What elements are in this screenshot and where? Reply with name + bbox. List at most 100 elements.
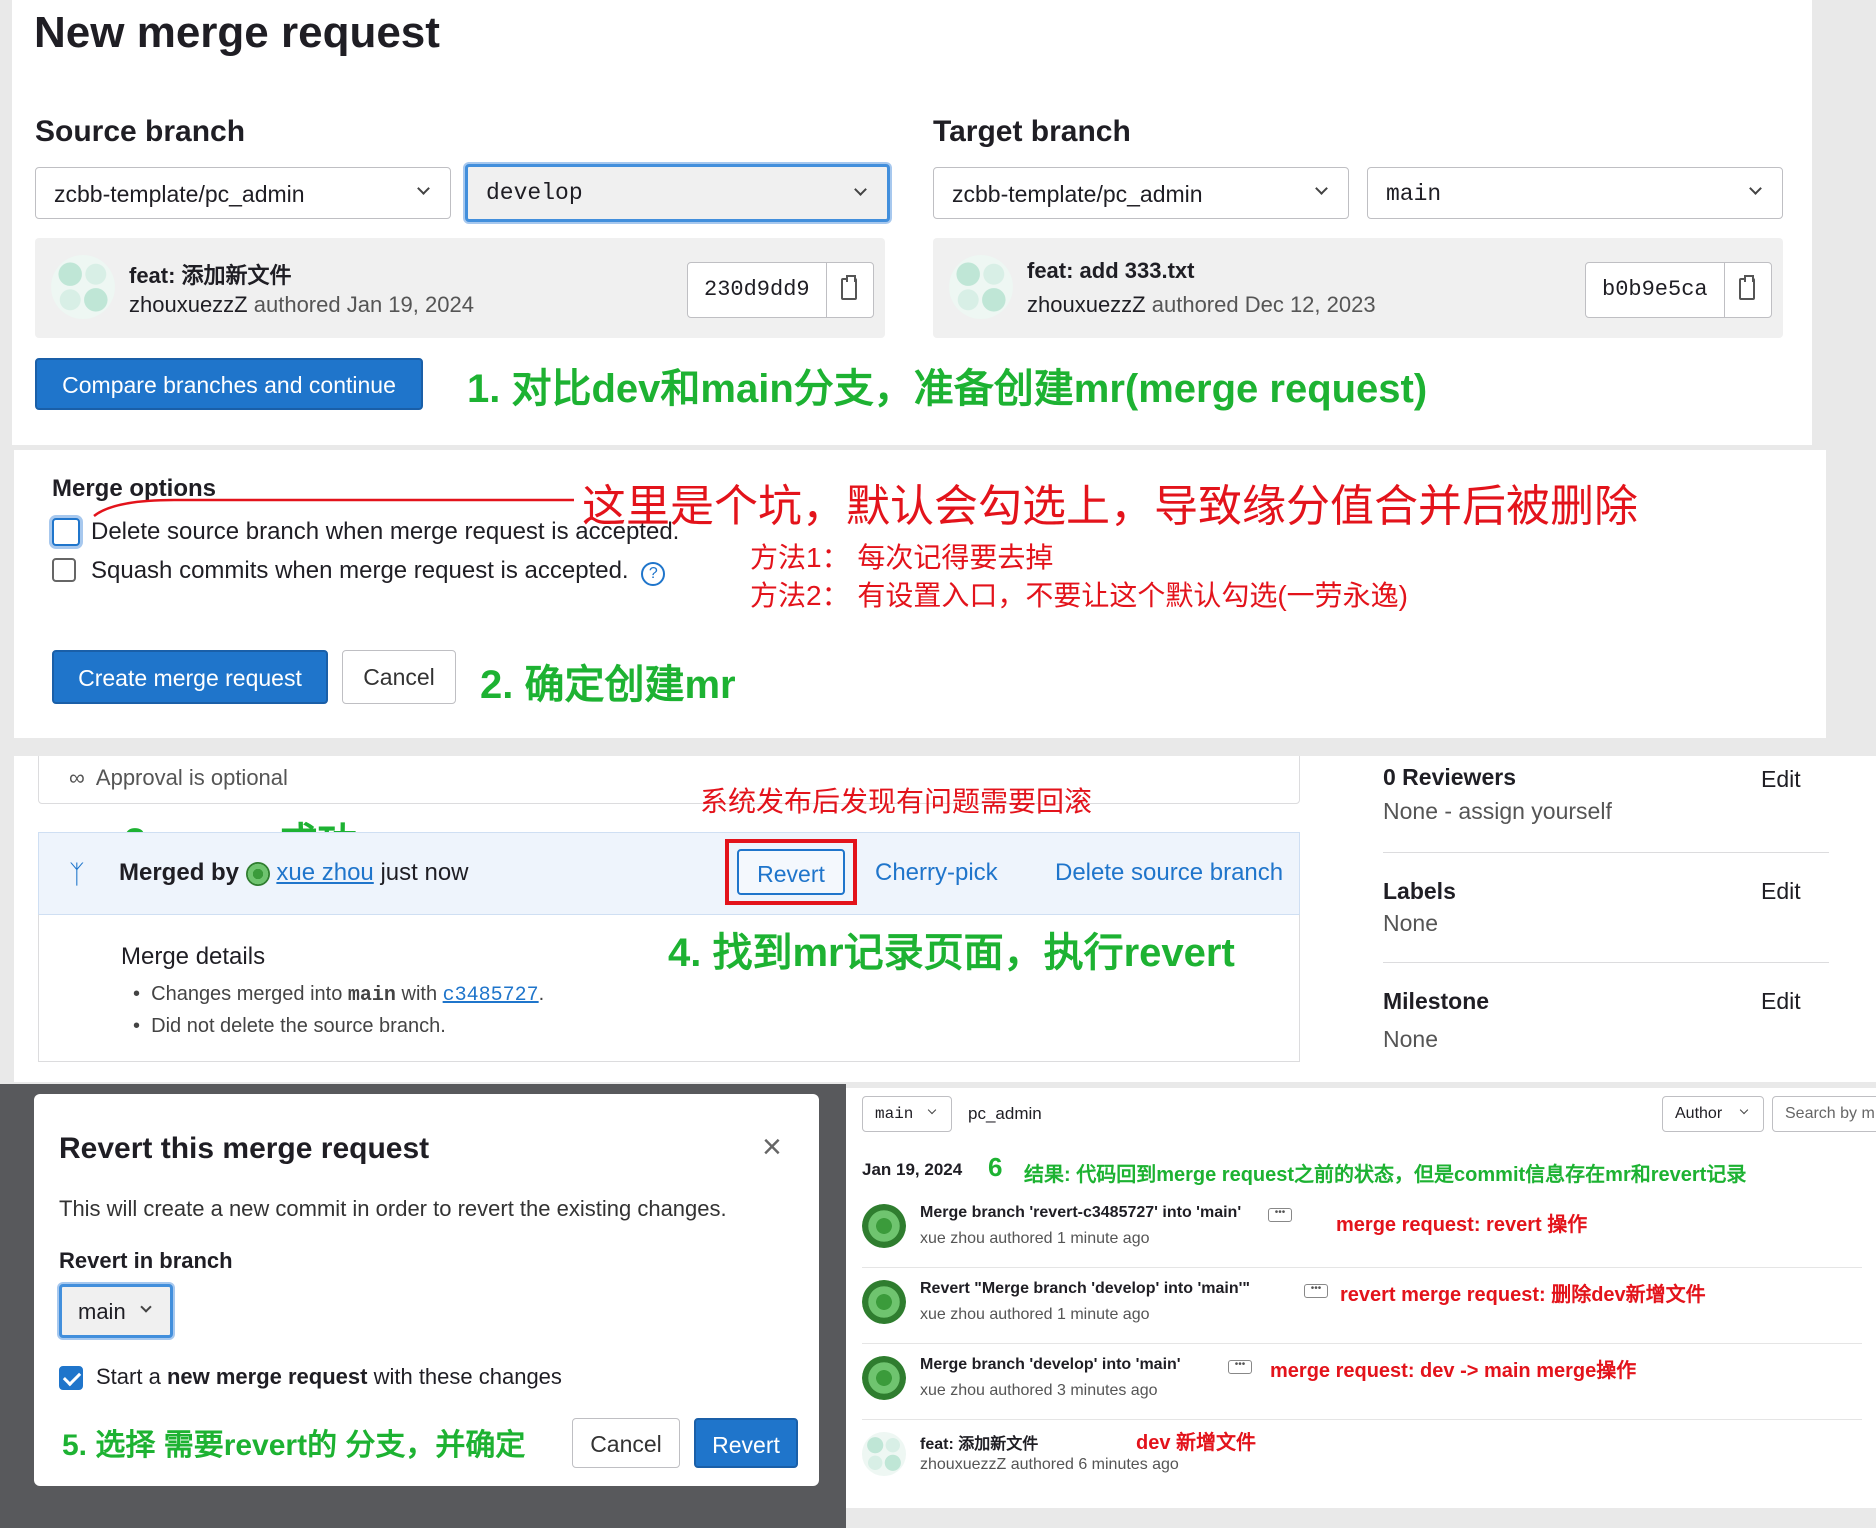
modal-cancel-button[interactable]: Cancel bbox=[572, 1418, 680, 1468]
checkbox-label-prefix: Start a bbox=[96, 1364, 161, 1389]
milestone-edit[interactable]: Edit bbox=[1761, 988, 1801, 1015]
target-branch-label: Target branch bbox=[933, 115, 1131, 148]
target-project-select[interactable]: zcbb-template/pc_admin bbox=[933, 167, 1349, 219]
commit-search-input[interactable]: Search by m bbox=[1772, 1096, 1876, 1132]
annotation-rollback: 系统发布后发现有问题需要回滚 bbox=[700, 786, 1093, 817]
annotation-method-2: 方法2： 有设置入口，不要让这个默认勾选(一劳永逸) bbox=[750, 580, 1409, 611]
merge-detail-2: • Did not delete the source branch. bbox=[133, 1015, 446, 1038]
revert-modal-backdrop: Revert this merge request × This will cr… bbox=[0, 1084, 846, 1528]
commit-annotation: dev 新增文件 bbox=[1136, 1432, 1257, 1454]
commit-sha-group: 230d9dd9 bbox=[687, 262, 874, 318]
commit-meta: xue zhou authored 3 minutes ago bbox=[920, 1382, 1158, 1399]
copy-button[interactable] bbox=[827, 263, 873, 317]
more-icon[interactable]: ••• bbox=[1304, 1284, 1328, 1298]
reviewers-edit[interactable]: Edit bbox=[1761, 766, 1801, 793]
compare-branches-button[interactable]: Compare branches and continue bbox=[35, 358, 423, 410]
commit-search-placeholder: Search by m bbox=[1785, 1105, 1875, 1122]
bullet: • bbox=[133, 983, 146, 1005]
detail-1-end: . bbox=[538, 983, 545, 1005]
new-merge-request-checkbox[interactable] bbox=[59, 1366, 83, 1390]
copy-button[interactable] bbox=[1725, 263, 1771, 317]
annotation-step-5: 5. 选择 需要revert的 分支，并确定 bbox=[62, 1429, 526, 1462]
cancel-button[interactable]: Cancel bbox=[342, 650, 456, 704]
checkbox-label-suffix: with these changes bbox=[373, 1364, 562, 1389]
author-filter-label: Author bbox=[1675, 1105, 1723, 1122]
bullet: • bbox=[133, 1015, 146, 1037]
source-branch-value: develop bbox=[486, 180, 583, 206]
detail-1-sha-link[interactable]: c3485727 bbox=[443, 984, 539, 1007]
chevron-down-icon bbox=[1749, 182, 1762, 195]
help-icon[interactable]: ? bbox=[641, 562, 666, 586]
commit-date: authored Dec 12, 2023 bbox=[1151, 292, 1376, 317]
commit-date: authored Jan 19, 2024 bbox=[253, 292, 474, 317]
commit-title[interactable]: Revert "Merge branch 'develop' into 'mai… bbox=[920, 1280, 1250, 1298]
avatar bbox=[51, 255, 115, 319]
source-branch-select[interactable]: develop bbox=[465, 164, 890, 222]
labels-edit[interactable]: Edit bbox=[1761, 878, 1801, 905]
target-branch-select[interactable]: main bbox=[1367, 167, 1783, 219]
sidebar-divider bbox=[1383, 962, 1829, 963]
commit-title[interactable]: feat: 添加新文件 bbox=[920, 1430, 1038, 1454]
more-icon[interactable]: ••• bbox=[1228, 1360, 1252, 1374]
modal-revert-button[interactable]: Revert bbox=[694, 1418, 798, 1468]
commit-sha-group: b0b9e5ca bbox=[1585, 262, 1772, 318]
more-icon[interactable]: ••• bbox=[1268, 1208, 1292, 1222]
approval-box: ∞ Approval is optional bbox=[38, 756, 1300, 804]
commit-sha[interactable]: 230d9dd9 bbox=[688, 263, 827, 317]
user-avatar bbox=[245, 861, 270, 886]
modal-description: This will create a new commit in order t… bbox=[59, 1196, 727, 1221]
revert-button[interactable]: Revert bbox=[737, 849, 845, 895]
avatar bbox=[949, 255, 1013, 319]
commit-title[interactable]: Merge branch 'develop' into 'main' bbox=[920, 1356, 1181, 1374]
new-mr-checkbox-label: Start a new merge request with these cha… bbox=[96, 1364, 562, 1390]
path-breadcrumb[interactable]: pc_admin bbox=[968, 1104, 1042, 1124]
branch-selector[interactable]: main bbox=[862, 1096, 952, 1132]
revert-modal: Revert this merge request × This will cr… bbox=[34, 1094, 819, 1486]
commit-title[interactable]: feat: add 333.txt bbox=[1027, 258, 1195, 284]
sidebar-divider bbox=[1383, 852, 1829, 853]
milestone-value: None bbox=[1383, 1026, 1438, 1052]
chevron-down-icon bbox=[417, 182, 430, 195]
merged-mr-panel: ∞ Approval is optional 系统发布后发现有问题需要回滚 3.… bbox=[14, 756, 1876, 1082]
page-title: New merge request bbox=[34, 8, 440, 57]
reviewers-value[interactable]: None - assign yourself bbox=[1383, 798, 1612, 825]
detail-1-branch: main bbox=[347, 984, 396, 1007]
commit-title[interactable]: feat: 添加新文件 bbox=[129, 258, 292, 290]
merged-by-text: Merged by xue zhou just now bbox=[119, 859, 469, 887]
create-merge-request-button[interactable]: Create merge request bbox=[52, 650, 328, 704]
avatar bbox=[862, 1280, 906, 1324]
branch-select[interactable]: main bbox=[59, 1284, 173, 1338]
source-branch-label: Source branch bbox=[35, 115, 246, 148]
detail-1-prefix: Changes merged into bbox=[151, 983, 343, 1005]
close-icon[interactable]: × bbox=[762, 1128, 782, 1167]
annotation-step-6-text: 结果: 代码回到merge request之前的状态，但是commit信息存在m… bbox=[1024, 1164, 1747, 1186]
chevron-down-icon bbox=[854, 183, 867, 196]
squash-checkbox[interactable] bbox=[52, 558, 76, 582]
delete-source-checkbox[interactable] bbox=[52, 518, 80, 546]
cherry-pick-button[interactable]: Cherry-pick bbox=[875, 859, 998, 887]
detail-2-text: Did not delete the source branch. bbox=[151, 1015, 446, 1037]
avatar bbox=[862, 1356, 906, 1400]
commit-author[interactable]: zhouxuezzZ bbox=[129, 292, 248, 317]
commit-meta: zhouxuezzZ authored 6 minutes ago bbox=[920, 1456, 1179, 1473]
commit-sha[interactable]: b0b9e5ca bbox=[1586, 263, 1725, 317]
source-commit-card: feat: 添加新文件 zhouxuezzZ authored Jan 19, … bbox=[35, 238, 885, 338]
approval-text: ∞ Approval is optional bbox=[69, 765, 288, 791]
source-project-select[interactable]: zcbb-template/pc_admin bbox=[35, 167, 451, 219]
commit-author[interactable]: zhouxuezzZ bbox=[1027, 292, 1146, 317]
commit-date-header: Jan 19, 2024 bbox=[862, 1160, 963, 1179]
clipboard-icon bbox=[1738, 275, 1755, 300]
reviewers-title: 0 Reviewers bbox=[1383, 764, 1516, 790]
commit-row: Revert "Merge branch 'develop' into 'mai… bbox=[862, 1268, 1862, 1344]
commit-title[interactable]: Merge branch 'revert-c3485727' into 'mai… bbox=[920, 1204, 1241, 1222]
target-project-value: zcbb-template/pc_admin bbox=[952, 181, 1203, 207]
merged-user-link[interactable]: xue zhou bbox=[276, 859, 373, 886]
checkbox-label-bold: new merge request bbox=[166, 1364, 368, 1389]
branch-selector-value: main bbox=[875, 1105, 914, 1123]
labels-value: None bbox=[1383, 910, 1438, 936]
annotation-step-2: 2. 确定创建mr bbox=[480, 663, 736, 707]
target-branch-value: main bbox=[1386, 181, 1442, 207]
delete-source-branch-button[interactable]: Delete source branch bbox=[1055, 859, 1283, 887]
author-filter-button[interactable]: Author bbox=[1662, 1096, 1764, 1132]
squash-label-text[interactable]: Squash commits when merge request is acc… bbox=[91, 557, 629, 584]
